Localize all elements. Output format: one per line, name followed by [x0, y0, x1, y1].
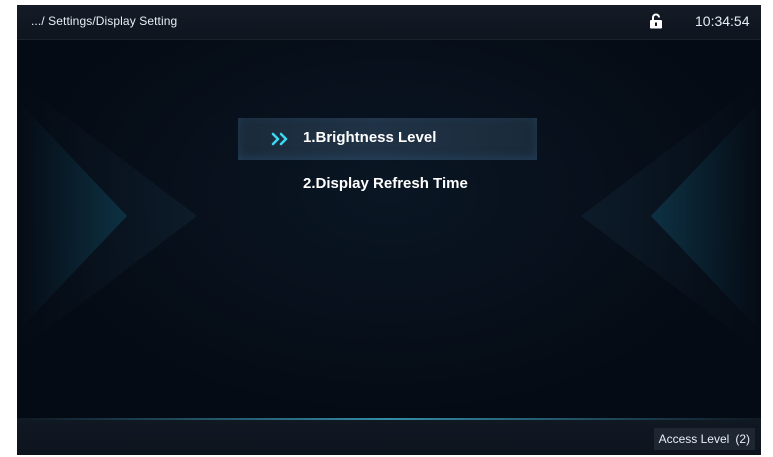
footer-divider	[17, 418, 761, 420]
display-setting-screen: .../ Settings/Display Setting 10:34:54 1…	[17, 5, 761, 455]
background-decoration	[17, 80, 761, 352]
breadcrumb[interactable]: .../ Settings/Display Setting	[31, 14, 177, 28]
access-level-label: Access Level	[658, 432, 730, 446]
unlocked-padlock-icon[interactable]	[649, 13, 663, 29]
main-content: 1.Brightness Level 2.Display Refresh Tim…	[17, 40, 761, 418]
footer-bar: Access Level (2)	[17, 418, 761, 455]
access-level-badge[interactable]: Access Level (2)	[653, 428, 755, 450]
clock: 10:34:54	[695, 13, 750, 29]
double-chevron-right-icon	[271, 132, 288, 146]
menu-item-display-refresh-time[interactable]: 2.Display Refresh Time	[238, 164, 537, 206]
menu-item-label: 2.Display Refresh Time	[303, 175, 468, 192]
top-status-bar: .../ Settings/Display Setting 10:34:54	[17, 5, 761, 40]
menu-item-brightness-level[interactable]: 1.Brightness Level	[238, 118, 537, 160]
menu-item-label: 1.Brightness Level	[303, 129, 437, 146]
access-level-value: (2)	[735, 432, 750, 446]
